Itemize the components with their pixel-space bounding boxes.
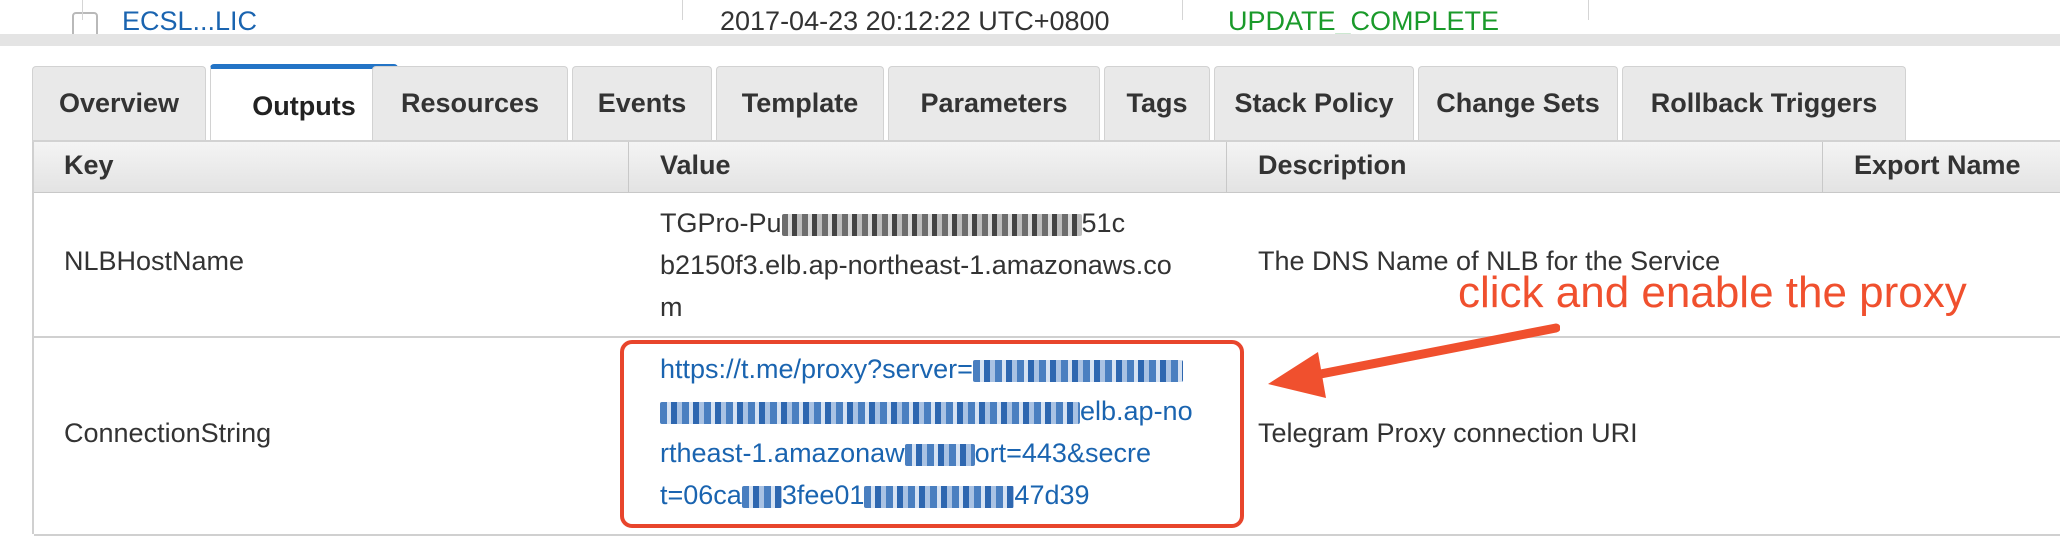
annotation-text: click and enable the proxy xyxy=(1458,268,1967,317)
tab-parameters[interactable]: Parameters xyxy=(888,66,1100,140)
tab-tags[interactable]: Tags xyxy=(1104,66,1210,140)
header-export-name[interactable]: Export Name xyxy=(1854,142,2021,192)
header-value[interactable]: Value xyxy=(660,142,731,192)
stack-detail-tabs: Overview Outputs Resources Events Templa… xyxy=(32,64,2060,144)
output-key: ConnectionString xyxy=(64,418,272,448)
stack-row[interactable]: ECSL...LIC 2017-04-23 20:12:22 UTC+0800 … xyxy=(32,0,2060,38)
table-header: Key Value Description Export Name xyxy=(34,142,2060,193)
highlight-box xyxy=(620,340,1244,528)
tab-template[interactable]: Template xyxy=(716,66,884,140)
tab-events[interactable]: Events xyxy=(572,66,712,140)
tab-change-sets[interactable]: Change Sets xyxy=(1418,66,1618,140)
horizontal-scrollbar[interactable] xyxy=(0,34,2060,46)
stack-name-link[interactable]: ECSL...LIC xyxy=(122,6,257,37)
tab-overview[interactable]: Overview xyxy=(32,66,206,140)
tab-outputs[interactable]: Outputs xyxy=(210,64,398,144)
output-value-line: TGPro-Pu 51c xyxy=(660,208,1126,238)
header-description[interactable]: Description xyxy=(1258,142,1407,192)
output-key: NLBHostName xyxy=(64,246,245,276)
tab-resources[interactable]: Resources xyxy=(372,66,568,140)
stack-status: UPDATE_COMPLETE xyxy=(1228,6,1500,36)
tab-rollback-triggers[interactable]: Rollback Triggers xyxy=(1622,66,1906,140)
stack-created-time: 2017-04-23 20:12:22 UTC+0800 xyxy=(720,6,1110,36)
header-key[interactable]: Key xyxy=(64,142,114,192)
output-value-line: m xyxy=(660,292,683,322)
annotation-arrow-icon xyxy=(1268,323,1560,398)
tab-stack-policy[interactable]: Stack Policy xyxy=(1214,66,1414,140)
output-value-line: b2150f3.elb.ap-northeast-1.amazonaws.co xyxy=(660,250,1172,280)
output-description: Telegram Proxy connection URI xyxy=(1258,418,1638,448)
